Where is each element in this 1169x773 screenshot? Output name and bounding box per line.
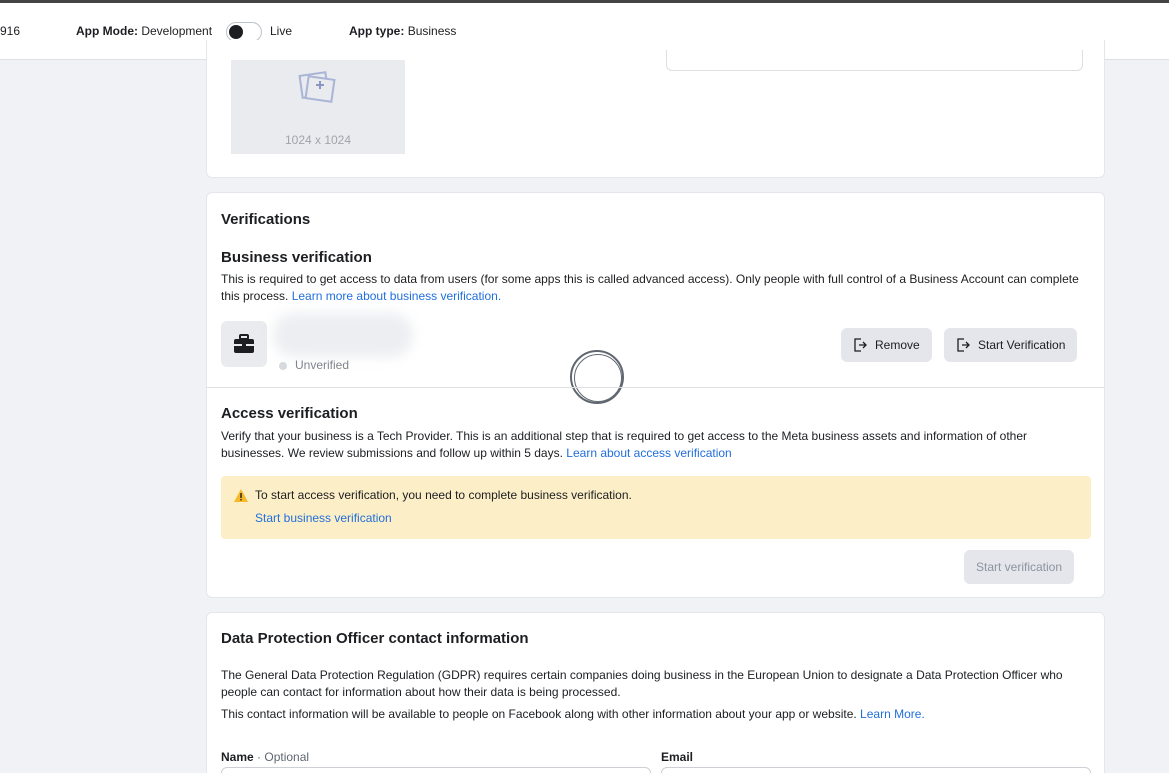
learn-more-link[interactable]: Learn More. — [860, 707, 925, 721]
start-verification-label: Start Verification — [978, 338, 1066, 352]
access-verification-title: Access verification — [221, 405, 358, 422]
dpo-description: The General Data Protection Regulation (… — [221, 668, 1063, 699]
live-label: Live — [270, 24, 293, 38]
app-icon-upload[interactable]: 1024 x 1024 — [231, 60, 405, 154]
loading-spinner-icon — [570, 350, 624, 404]
verifications-card: Verifications Business verification This… — [206, 192, 1105, 598]
warning-icon — [234, 489, 248, 502]
toggle-knob — [229, 25, 243, 39]
start-business-verification-link[interactable]: Start business verification — [255, 511, 392, 525]
image-add-icon — [298, 71, 336, 103]
learn-business-verification-link[interactable]: Learn more about business verification. — [292, 289, 501, 303]
business-avatar — [221, 321, 267, 367]
exit-icon — [957, 338, 970, 352]
start-verification-button[interactable]: Start Verification — [944, 328, 1078, 362]
dpo-description-2: This contact information will be availab… — [221, 706, 1091, 723]
verifications-title: Verifications — [221, 211, 311, 228]
app-type-label: App type: — [349, 24, 405, 38]
dpo-title: Data Protection Officer contact informat… — [221, 630, 529, 647]
start-access-verification-button[interactable]: Start verification — [964, 550, 1075, 584]
app-type-value: Business — [407, 24, 457, 38]
app-type-text: App type: Business — [349, 24, 456, 38]
warning-message: To start access verification, you need t… — [255, 488, 632, 502]
app-id-text: 916 — [0, 24, 21, 38]
app-mode-text: App Mode: Development — [76, 24, 212, 38]
text-field[interactable] — [666, 50, 1083, 71]
business-verification-title: Business verification — [221, 249, 372, 266]
name-field[interactable] — [221, 767, 651, 773]
app-mode-toggle[interactable] — [226, 22, 262, 42]
dpo-description-2-text: This contact information will be availab… — [221, 707, 857, 721]
business-name-redacted — [273, 313, 413, 357]
warning-banner: To start access verification, you need t… — [221, 476, 1091, 539]
app-mode-value: Development — [141, 24, 213, 38]
verification-status: Unverified — [279, 358, 349, 372]
start-access-verification-label: Start verification — [976, 560, 1063, 574]
status-dot-icon — [279, 361, 287, 370]
exit-icon — [854, 338, 867, 352]
briefcase-icon — [234, 334, 254, 353]
name-label-text: Name — [221, 750, 254, 764]
verification-status-text: Unverified — [295, 358, 350, 372]
remove-button-label: Remove — [875, 338, 920, 352]
access-verification-description: Verify that your business is a Tech Prov… — [221, 428, 1091, 462]
section-divider — [207, 387, 1104, 388]
name-optional-text: · Optional — [257, 750, 310, 764]
learn-access-verification-link[interactable]: Learn about access verification — [566, 446, 731, 460]
basic-settings-card: 1024 x 1024 — [206, 40, 1105, 178]
name-label: Name · Optional — [221, 750, 309, 764]
icon-size-text: 1024 x 1024 — [284, 133, 352, 147]
remove-button[interactable]: Remove — [841, 328, 932, 362]
dpo-card: Data Protection Officer contact informat… — [206, 612, 1105, 773]
business-verification-description: This is required to get access to data f… — [221, 271, 1091, 305]
email-label: Email — [661, 750, 694, 764]
app-mode-label: App Mode: — [76, 24, 138, 38]
email-field[interactable] — [661, 767, 1091, 773]
